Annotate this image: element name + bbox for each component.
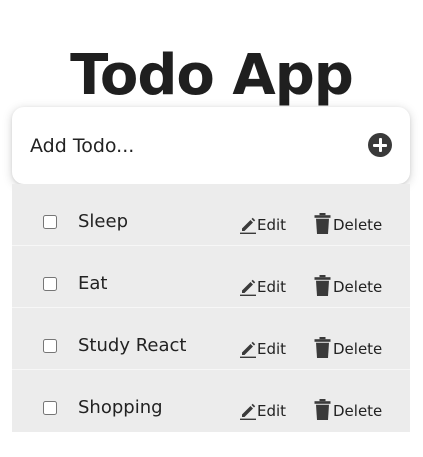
delete-label: Delete [333,216,383,234]
edit-label: Edit [257,278,287,296]
delete-label: Delete [333,278,383,296]
page-title: Todo App [70,42,354,108]
trash-icon [314,213,331,234]
todo-label: Eat [78,273,108,294]
todo-label: Sleep [78,211,129,232]
edit-label: Edit [257,340,287,358]
edit-button[interactable]: Edit [240,212,286,234]
todo-checkbox[interactable] [43,277,57,291]
todo-list: Sleep Edit Delete Eat Edit Delete Study … [12,184,410,432]
todo-label: Shopping [78,397,163,418]
pencil-icon [240,217,256,234]
edit-label: Edit [257,402,287,420]
todo-item: Shopping Edit Delete [12,370,410,432]
pencil-icon [240,341,256,358]
trash-icon [314,275,331,296]
plus-circle-icon[interactable] [368,133,392,157]
todo-checkbox[interactable] [43,215,57,229]
delete-label: Delete [333,340,383,358]
add-todo-input[interactable] [30,131,330,161]
delete-button[interactable]: Delete [314,334,382,358]
delete-label: Delete [333,402,383,420]
pencil-icon [240,403,256,420]
trash-icon [314,337,331,358]
todo-item: Study React Edit Delete [12,308,410,370]
todo-item: Eat Edit Delete [12,246,410,308]
todo-checkbox[interactable] [43,339,57,353]
pencil-icon [240,279,256,296]
delete-button[interactable]: Delete [314,396,382,420]
add-todo-bar [12,107,410,184]
edit-button[interactable]: Edit [240,398,286,420]
todo-label: Study React [78,335,187,356]
edit-button[interactable]: Edit [240,274,286,296]
edit-label: Edit [257,216,287,234]
todo-item: Sleep Edit Delete [12,184,410,246]
edit-button[interactable]: Edit [240,336,286,358]
todo-checkbox[interactable] [43,401,57,415]
trash-icon [314,399,331,420]
delete-button[interactable]: Delete [314,210,382,234]
delete-button[interactable]: Delete [314,272,382,296]
